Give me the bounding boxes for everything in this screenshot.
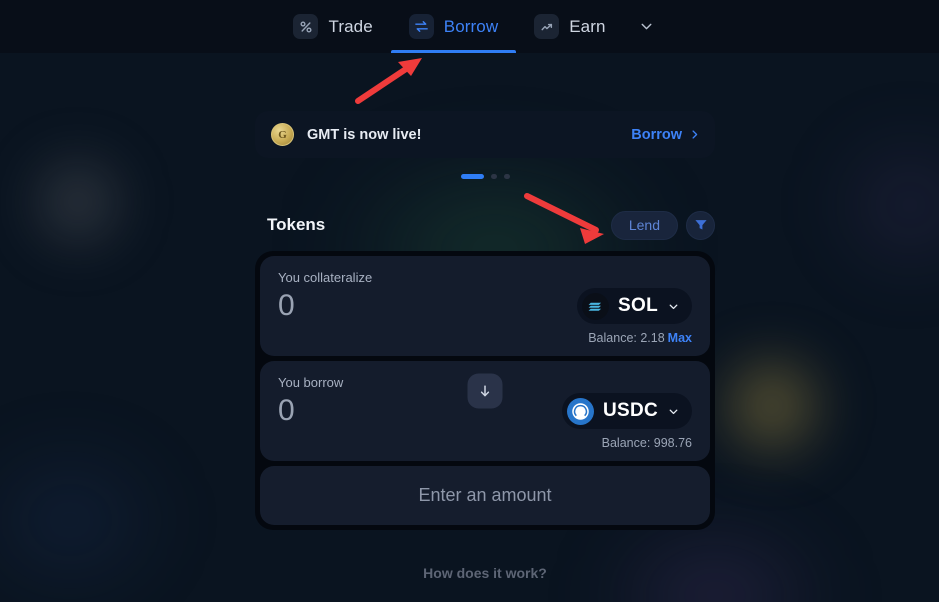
borrow-form-card: You collateralize 0 SOL Balance: 2.18 Ma… <box>255 251 715 530</box>
borrow-balance: Balance: 998.76 <box>278 436 692 450</box>
glow-orb-left <box>26 150 130 254</box>
nav-more-chevron-down-icon[interactable] <box>630 0 664 53</box>
nav-tab-trade-label: Trade <box>328 16 373 36</box>
submit-button-label: Enter an amount <box>418 485 552 505</box>
nav-tab-trade[interactable]: Trade <box>275 0 390 53</box>
carousel-dots <box>255 172 715 180</box>
chevron-down-icon <box>669 304 678 309</box>
promo-banner-text: GMT is now live! <box>307 126 422 143</box>
swap-direction-button[interactable] <box>467 373 503 408</box>
nav-active-underline <box>390 50 517 53</box>
borrow-token-symbol: USDC <box>602 400 658 421</box>
collateralize-token-selector[interactable]: SOL <box>577 288 692 324</box>
collateralize-balance: Balance: 2.18 Max <box>278 331 692 345</box>
arrow-down-icon <box>480 384 490 396</box>
promo-banner-cta-label: Borrow <box>631 126 682 143</box>
gmt-coin-icon: G <box>271 123 294 146</box>
borrow-balance-label: Balance: 998.76 <box>601 436 692 450</box>
how-does-it-work-label: How does it work? <box>423 565 547 581</box>
page-title: Tokens <box>267 215 326 234</box>
borrow-amount-input[interactable]: 0 <box>278 394 562 428</box>
swap-arrows-icon <box>408 14 434 39</box>
submit-button[interactable]: Enter an amount <box>260 466 710 525</box>
collateralize-row: 0 SOL <box>278 287 692 325</box>
tokens-header-row: Tokens Lend <box>255 210 715 240</box>
collateralize-label: You collateralize <box>278 270 373 285</box>
usdc-icon <box>566 397 594 425</box>
nav-tab-borrow-label: Borrow <box>443 16 499 36</box>
nav-tab-earn[interactable]: Earn <box>516 0 623 53</box>
percent-icon <box>293 14 319 39</box>
nav-tab-borrow[interactable]: Borrow <box>390 0 517 53</box>
glow-orb-purple-top-right <box>820 120 939 290</box>
chevron-down-icon <box>669 409 678 414</box>
collateralize-balance-label: Balance: 2.18 <box>588 331 665 345</box>
max-button[interactable]: Max <box>668 331 692 345</box>
borrow-token-selector[interactable]: USDC <box>561 393 692 429</box>
carousel-dot-2[interactable] <box>490 173 497 179</box>
nav-tab-earn-label: Earn <box>569 16 606 36</box>
collateralize-amount-input[interactable]: 0 <box>278 289 577 323</box>
carousel-dot-3[interactable] <box>503 173 510 179</box>
lend-button-label: Lend <box>628 217 660 233</box>
glow-orb-gold <box>714 348 830 464</box>
promo-banner[interactable]: G GMT is now live! Borrow <box>255 111 715 158</box>
promo-banner-borrow-link[interactable]: Borrow <box>631 127 700 143</box>
filter-funnel-icon <box>694 220 707 230</box>
filter-button[interactable] <box>686 210 715 240</box>
main-content: G GMT is now live! Borrow Tokens Lend Yo… <box>255 53 715 581</box>
lend-button[interactable]: Lend <box>610 210 678 240</box>
chevron-right-icon <box>692 130 698 139</box>
solana-icon <box>582 292 610 320</box>
collateralize-token-symbol: SOL <box>618 295 658 316</box>
top-bar: Trade Borrow Earn <box>0 0 939 53</box>
trending-up-icon <box>534 14 560 39</box>
main-navigation: Trade Borrow Earn <box>0 0 939 53</box>
how-does-it-work-link[interactable]: How does it work? <box>255 565 715 581</box>
glow-orb-blue <box>0 430 180 602</box>
collateralize-section: You collateralize 0 SOL Balance: 2.18 Ma… <box>260 256 710 356</box>
carousel-dot-1[interactable] <box>460 173 484 179</box>
